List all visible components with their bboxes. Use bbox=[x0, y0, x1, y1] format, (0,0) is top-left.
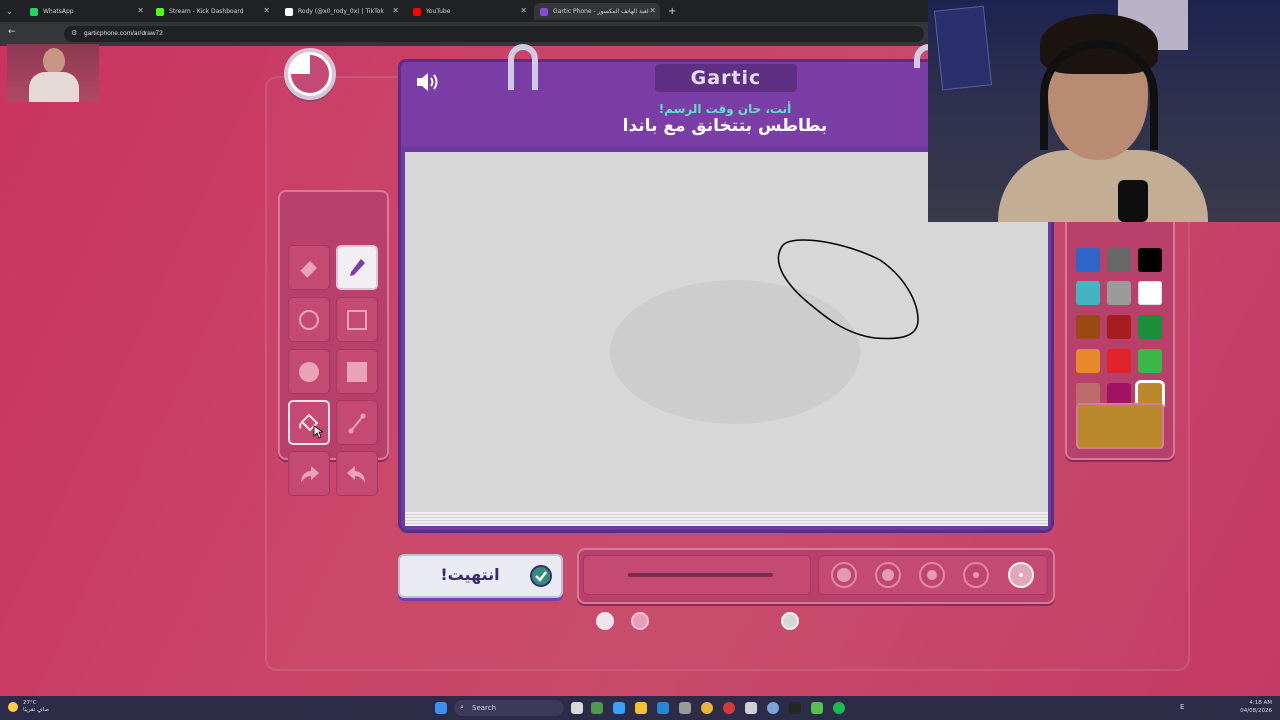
rectangle-outline-tool[interactable] bbox=[336, 297, 378, 342]
spotify-icon[interactable] bbox=[833, 702, 845, 714]
chrome-icon[interactable] bbox=[701, 702, 713, 714]
tab-menu-button[interactable]: ⌄ bbox=[0, 3, 22, 20]
close-icon[interactable]: ✕ bbox=[520, 6, 527, 15]
sound-toggle[interactable] bbox=[414, 70, 442, 98]
brush-size-button[interactable] bbox=[831, 562, 857, 588]
rectangle-fill-tool[interactable] bbox=[336, 349, 378, 394]
app-icon[interactable] bbox=[591, 702, 603, 714]
app-icon[interactable] bbox=[789, 702, 801, 714]
prompt-subtitle: أنت، حان وقت الرسم! bbox=[658, 102, 792, 116]
pencil-icon bbox=[350, 258, 365, 276]
edge-icon[interactable] bbox=[657, 702, 669, 714]
app-icon[interactable] bbox=[679, 702, 691, 714]
close-icon[interactable]: ✕ bbox=[137, 6, 144, 15]
close-icon[interactable]: ✕ bbox=[392, 6, 399, 15]
tab-kick-dashboard[interactable]: Stream - Kick Dashboard ✕ bbox=[150, 3, 274, 20]
current-color-swatch bbox=[1076, 403, 1164, 449]
timer-icon bbox=[284, 48, 336, 100]
eraser-icon bbox=[300, 260, 317, 278]
opacity-max-icon bbox=[781, 612, 799, 630]
cursor-icon bbox=[313, 425, 323, 439]
start-icon[interactable] bbox=[435, 702, 447, 714]
line-icon bbox=[348, 413, 366, 433]
color-swatch[interactable] bbox=[1107, 349, 1131, 373]
whatsapp-icon bbox=[30, 7, 38, 16]
app-icon[interactable] bbox=[811, 702, 823, 714]
color-swatch[interactable] bbox=[1107, 248, 1131, 272]
app-icon[interactable] bbox=[723, 702, 735, 714]
pencil-tool[interactable] bbox=[336, 245, 378, 290]
redo-icon bbox=[347, 465, 365, 483]
file-explorer-icon[interactable] bbox=[635, 702, 647, 714]
eraser-tool[interactable] bbox=[288, 245, 330, 290]
tab-youtube[interactable]: YouTube ✕ bbox=[407, 3, 531, 20]
weather-icon bbox=[8, 702, 18, 712]
tab-gartic-phone[interactable]: Gartic Phone - لعبة الهاتف المكسور ✕ bbox=[534, 3, 660, 20]
gartic-logo: Gartic bbox=[655, 64, 797, 92]
gartic-icon bbox=[540, 7, 548, 16]
brush-size-button[interactable] bbox=[963, 562, 989, 588]
binder-ring bbox=[508, 44, 538, 90]
color-swatch[interactable] bbox=[1107, 281, 1131, 305]
search-icon: ⌕ bbox=[460, 703, 464, 711]
tab-tiktok[interactable]: Rody (@x0_rody_0x) | TikTok ✕ bbox=[279, 3, 403, 20]
circle-outline-icon bbox=[299, 309, 319, 330]
prompt-phrase: بطاطس بتتخانق مع باندا bbox=[622, 116, 828, 136]
color-swatch[interactable] bbox=[1076, 349, 1100, 373]
opacity-min-icon bbox=[596, 612, 614, 630]
undo-tool[interactable] bbox=[288, 451, 330, 496]
color-swatch[interactable] bbox=[1076, 248, 1100, 272]
done-button[interactable]: انتهيت! bbox=[398, 554, 563, 598]
brush-size-button[interactable] bbox=[919, 562, 945, 588]
brush-size-button[interactable] bbox=[875, 562, 901, 588]
color-swatch[interactable] bbox=[1138, 281, 1162, 305]
speaker-icon bbox=[417, 73, 438, 91]
back-arrow-icon[interactable]: ← bbox=[8, 27, 16, 37]
gartic-watermark-icon bbox=[610, 280, 860, 424]
kick-icon bbox=[156, 7, 164, 16]
ellipse-fill-tool[interactable] bbox=[288, 349, 330, 394]
app-icon[interactable] bbox=[767, 702, 779, 714]
app-icon[interactable] bbox=[613, 702, 625, 714]
color-swatch[interactable] bbox=[1107, 315, 1131, 339]
color-swatch[interactable] bbox=[1076, 281, 1100, 305]
color-swatch[interactable] bbox=[1138, 315, 1162, 339]
new-tab-button[interactable]: + bbox=[662, 3, 678, 20]
paper-edge bbox=[405, 512, 1048, 526]
windows-taskbar: 27°C صافٍ تقريبًا ⌕ Search E 4:18 AM 04/0… bbox=[0, 696, 1280, 720]
task-view-icon[interactable] bbox=[571, 702, 583, 714]
tab-whatsapp[interactable]: WhatsApp ✕ bbox=[24, 3, 148, 20]
checkmark-icon bbox=[530, 565, 552, 587]
clock[interactable]: 4:18 AM 04/08/2026 bbox=[1240, 699, 1272, 715]
youtube-icon bbox=[413, 7, 421, 16]
close-icon[interactable]: ✕ bbox=[263, 6, 270, 15]
taskbar-search[interactable]: ⌕ Search bbox=[454, 700, 564, 716]
undo-icon bbox=[301, 465, 319, 483]
color-swatch[interactable] bbox=[1076, 315, 1100, 339]
secondary-webcam bbox=[7, 44, 99, 102]
site-info-icon[interactable]: ⚙ bbox=[71, 29, 77, 37]
color-swatch[interactable] bbox=[1138, 248, 1162, 272]
ellipse-outline-tool[interactable] bbox=[288, 297, 330, 342]
color-swatch[interactable] bbox=[1138, 349, 1162, 373]
opacity-slider[interactable] bbox=[628, 573, 773, 577]
fill-bucket-tool[interactable] bbox=[288, 400, 330, 445]
app-icon[interactable] bbox=[745, 702, 757, 714]
weather-widget[interactable]: 27°C صافٍ تقريبًا bbox=[8, 700, 49, 714]
close-icon[interactable]: ✕ bbox=[649, 6, 656, 15]
line-tool[interactable] bbox=[336, 400, 378, 445]
language-indicator[interactable]: E bbox=[1180, 703, 1184, 711]
url-field[interactable]: ⚙ garticphone.com/ar/draw72 bbox=[64, 26, 924, 42]
tiktok-icon bbox=[285, 7, 293, 16]
circle-fill-icon bbox=[299, 361, 319, 382]
square-fill-icon bbox=[347, 361, 367, 382]
streamer-webcam bbox=[928, 0, 1280, 222]
square-outline-icon bbox=[347, 309, 367, 330]
brush-size-button[interactable] bbox=[1008, 562, 1034, 588]
redo-tool[interactable] bbox=[336, 451, 378, 496]
